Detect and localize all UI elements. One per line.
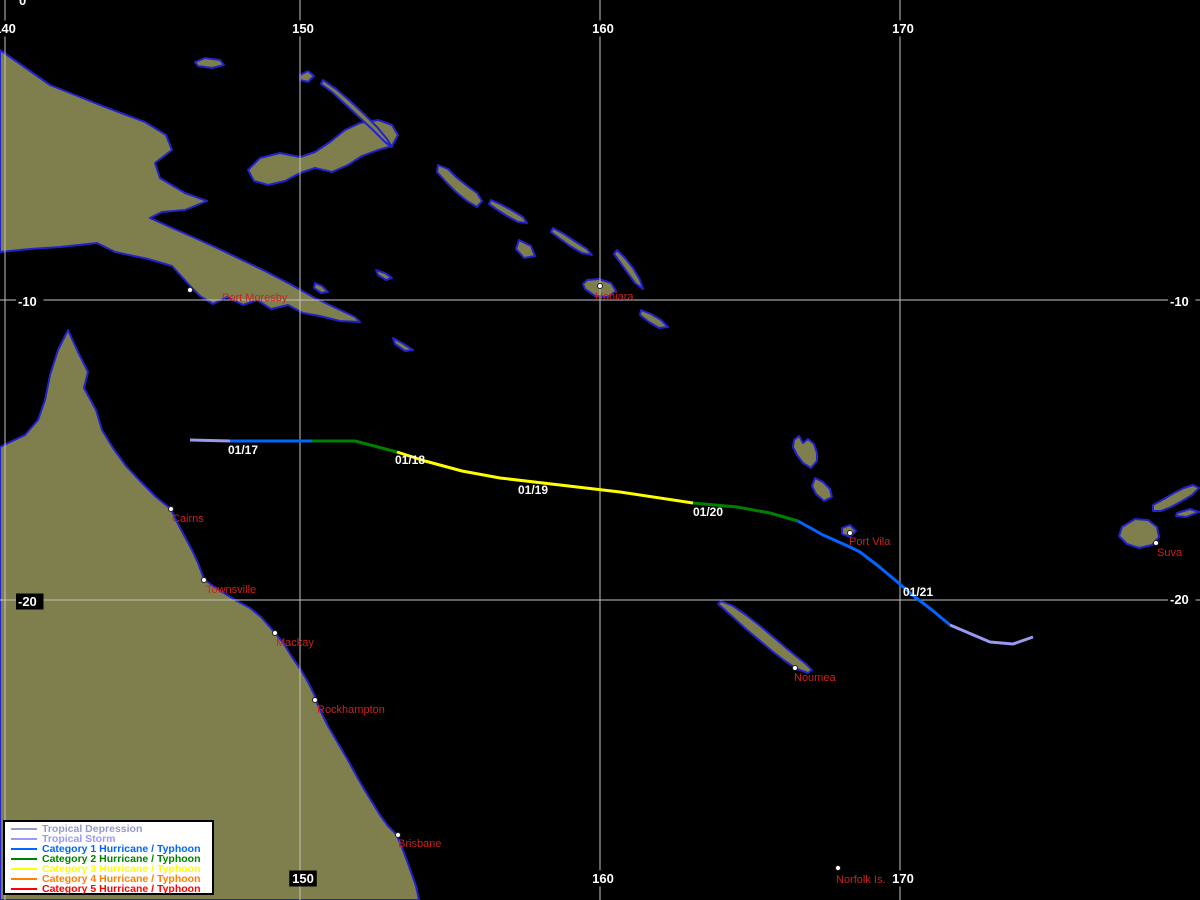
city-label: Mackay (276, 637, 314, 649)
city-label: Rockhampton (317, 704, 385, 716)
city-dot (187, 287, 193, 293)
axis-label: 0 (19, 0, 26, 8)
axis-label: 150 (292, 21, 314, 36)
axis-label: -20 (1170, 592, 1189, 607)
city-dot (201, 577, 207, 583)
axis-label: -10 (18, 294, 37, 309)
axis-label: 170 (892, 871, 914, 886)
city-label: Norfolk Is. (836, 874, 886, 886)
storm-track-map-screen: 01/17 01/18 01/19 01/20 01/21 Port Moresby Hon… (0, 0, 1200, 900)
legend-line-swatch (11, 848, 37, 850)
city-dot (1153, 540, 1159, 546)
legend-line-swatch (11, 888, 37, 890)
axis-label: 170 (892, 21, 914, 36)
city-label: Port Moresby (222, 292, 288, 304)
intensity-legend: Tropical Depression Tropical Storm Categ… (3, 820, 214, 895)
city-label: Cairns (172, 513, 204, 525)
track-date-label: 01/20 (693, 505, 723, 519)
track-date-label: 01/18 (395, 453, 425, 467)
axis-label: 160 (592, 871, 614, 886)
track-date-label: 01/19 (518, 483, 548, 497)
axis-label: -10 (1170, 294, 1189, 309)
legend-item-label: Category 5 Hurricane / Typhoon (42, 883, 201, 895)
axis-label: 160 (592, 21, 614, 36)
map-canvas: 01/17 01/18 01/19 01/20 01/21 Port Moresby Hon… (0, 0, 1200, 900)
city-label: Port Vila (849, 536, 891, 548)
track-date-label: 01/17 (228, 443, 258, 457)
legend-row: Category 5 Hurricane / Typhoon (11, 884, 212, 894)
landmass-manus (194, 57, 225, 69)
city-dot (847, 530, 853, 536)
city-dot (835, 865, 841, 871)
city-dot (168, 506, 174, 512)
city-dot (597, 283, 603, 289)
city-label: Suva (1157, 547, 1183, 559)
city-label: Townsville (206, 584, 256, 596)
axis-label: -20 (18, 594, 37, 609)
legend-line-swatch (11, 878, 37, 880)
city-label: Honiara (595, 291, 634, 303)
legend-line-swatch (11, 858, 37, 860)
city-dot (312, 697, 318, 703)
city-dot (792, 665, 798, 671)
city-label: Noumea (794, 672, 836, 684)
track-segment (189, 438, 231, 443)
legend-line-swatch (11, 838, 37, 840)
city-dot (272, 630, 278, 636)
city-label: Brisbane (398, 838, 441, 850)
axis-label: 150 (292, 871, 314, 886)
city-dot (395, 832, 401, 838)
axis-label: 140 (0, 21, 16, 36)
legend-line-swatch (11, 828, 37, 830)
track-date-label: 01/21 (903, 585, 933, 599)
legend-line-swatch (11, 868, 37, 870)
